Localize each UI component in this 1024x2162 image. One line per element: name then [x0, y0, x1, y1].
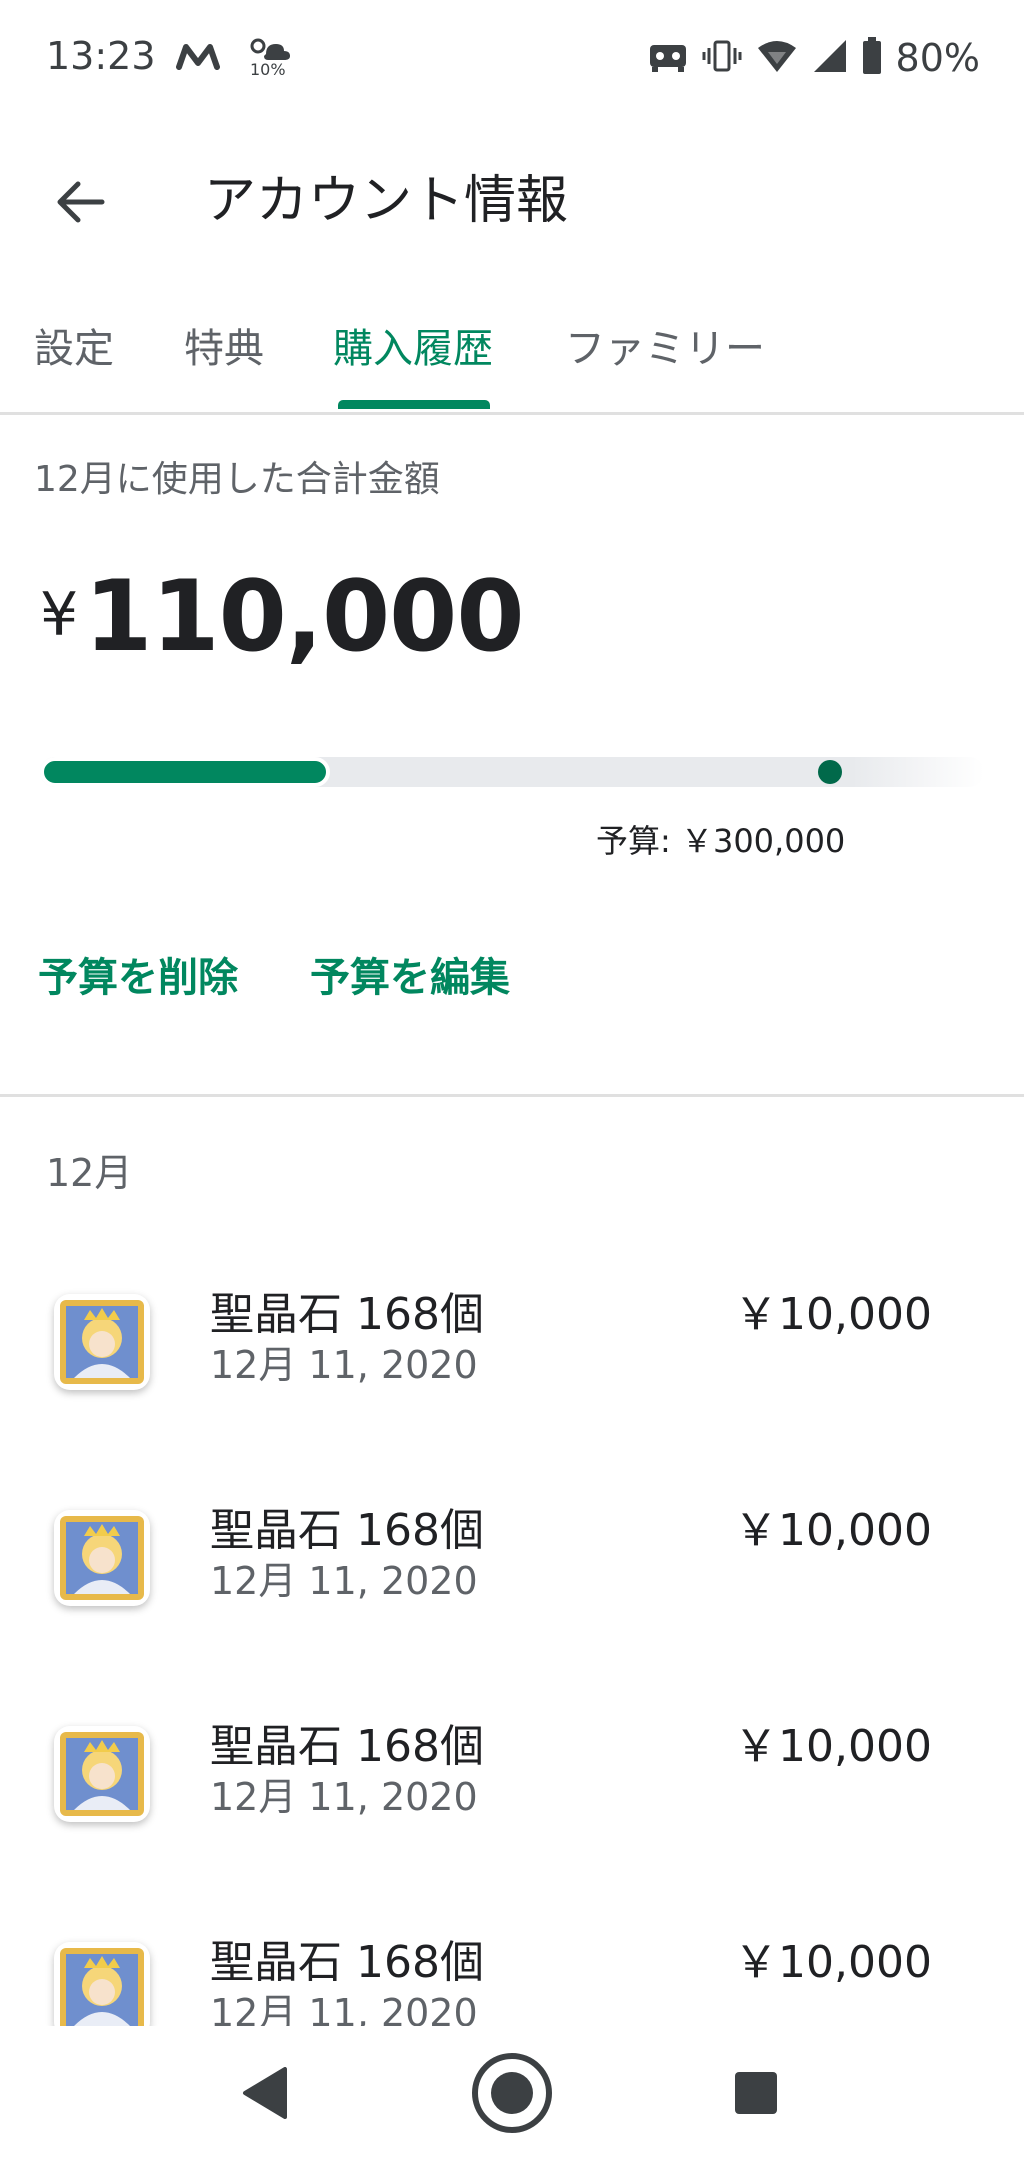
delete-budget-button[interactable]: 予算を削除 [38, 945, 238, 1003]
purchase-date: 12月 11, 2020 [210, 1775, 478, 1819]
budget-progress-bar [40, 757, 984, 787]
purchase-item[interactable]: 聖晶石 168個 12月 11, 2020 ￥10,000 [0, 1250, 1024, 1466]
tab-bar: 設定 特典 購入履歴 ファミリー [0, 300, 1024, 415]
status-time: 13:23 [46, 34, 156, 78]
budget-progress-fill [40, 757, 330, 787]
edit-budget-button[interactable]: 予算を編集 [310, 945, 510, 1003]
active-tab-indicator [338, 400, 490, 409]
arrow-back-icon [57, 181, 105, 223]
currency-symbol: ¥ [40, 580, 79, 650]
cast-icon [648, 39, 688, 77]
back-button[interactable] [44, 166, 116, 238]
status-bar: 13:23 10% 80% [0, 0, 1024, 118]
budget-caption: 予算: ￥300,000 [596, 822, 846, 860]
nav-recents-button[interactable] [706, 2048, 806, 2138]
page-title: アカウント情報 [204, 171, 569, 231]
section-divider [0, 1094, 1024, 1097]
total-amount-value: 110,000 [84, 560, 524, 674]
purchase-price: ￥10,000 [734, 1937, 932, 1988]
tab-family[interactable]: ファミリー [565, 316, 765, 374]
purchase-price: ￥10,000 [734, 1505, 932, 1556]
purchase-title: 聖晶石 168個 [210, 1289, 484, 1340]
purchase-price: ￥10,000 [734, 1289, 932, 1340]
tab-settings[interactable]: 設定 [34, 316, 114, 374]
system-nav-bar [0, 2026, 1024, 2162]
battery-percent: 80% [895, 36, 980, 80]
vibrate-icon [702, 38, 742, 78]
recents-square-icon [735, 2072, 777, 2114]
budget-marker-dot [818, 760, 842, 784]
cell-signal-icon [812, 38, 848, 78]
purchase-date: 12月 11, 2020 [210, 1991, 478, 2026]
nav-home-button[interactable] [462, 2048, 562, 2138]
tab-purchase-history[interactable]: 購入履歴 [333, 316, 493, 374]
fate-go-app-icon [54, 1726, 150, 1822]
fate-go-app-icon [54, 1510, 150, 1606]
tab-rewards[interactable]: 特典 [184, 316, 264, 374]
status-right-icons: 80% [648, 34, 980, 82]
nav-back-button[interactable] [214, 2048, 314, 2138]
m-logo-icon [176, 41, 220, 75]
wifi-icon [756, 38, 798, 78]
fate-go-app-icon [54, 1942, 150, 2026]
home-circle-icon [472, 2053, 552, 2133]
purchase-title: 聖晶石 168個 [210, 1721, 484, 1772]
app-bar: アカウント情報 [0, 118, 1024, 268]
purchase-item[interactable]: 聖晶石 168個 12月 11, 2020 ￥10,000 [0, 1466, 1024, 1682]
spent-label: 12月に使用した合計金額 [34, 459, 440, 500]
weather-percent: 10% [250, 60, 286, 79]
purchase-date: 12月 11, 2020 [210, 1559, 478, 1603]
purchase-title: 聖晶石 168個 [210, 1505, 484, 1556]
purchase-date: 12月 11, 2020 [210, 1343, 478, 1387]
month-header: 12月 [46, 1151, 133, 1195]
back-triangle-icon [243, 2067, 287, 2119]
purchase-list: 聖晶石 168個 12月 11, 2020 ￥10,000 聖晶石 168個 1… [0, 1250, 1024, 2026]
battery-icon [862, 37, 882, 79]
fate-go-app-icon [54, 1294, 150, 1390]
status-left-icons: 10% [176, 34, 292, 82]
purchase-item[interactable]: 聖晶石 168個 12月 11, 2020 ￥10,000 [0, 1898, 1024, 2026]
purchase-item[interactable]: 聖晶石 168個 12月 11, 2020 ￥10,000 [0, 1682, 1024, 1898]
purchase-price: ￥10,000 [734, 1721, 932, 1772]
weather-icon: 10% [244, 34, 292, 82]
total-amount: ¥ 110,000 [40, 560, 525, 690]
purchase-title: 聖晶石 168個 [210, 1937, 484, 1988]
